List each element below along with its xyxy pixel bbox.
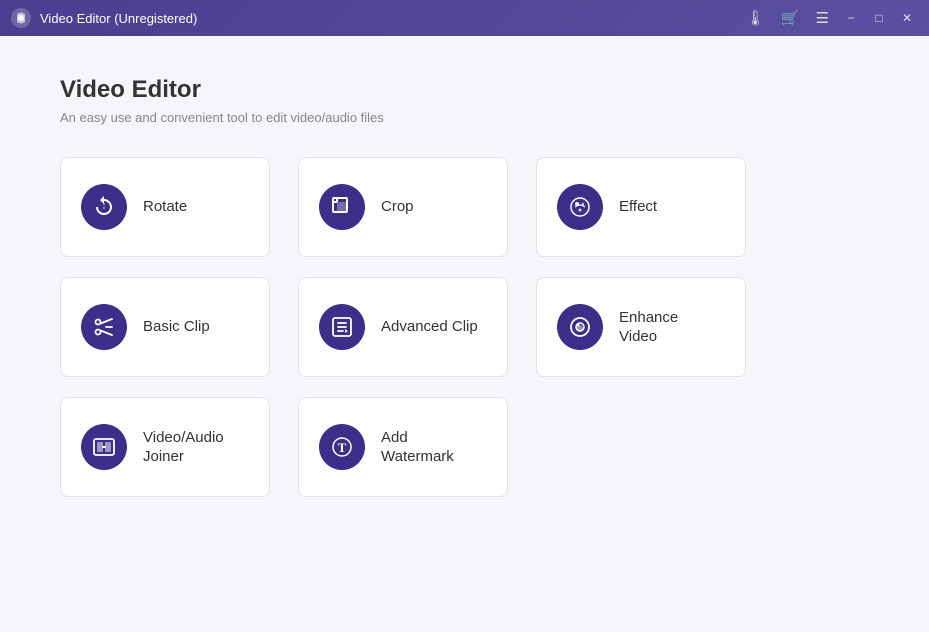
enhance-video-label: EnhanceVideo <box>619 308 678 347</box>
video-audio-joiner-label: Video/AudioJoiner <box>143 428 224 467</box>
crop-icon <box>330 195 354 219</box>
rotate-icon-wrap <box>81 184 127 230</box>
crop-label: Crop <box>381 197 414 217</box>
advanced-clip-icon <box>330 315 354 339</box>
watermark-icon-wrap: T <box>319 424 365 470</box>
effect-icon-wrap <box>557 184 603 230</box>
crop-icon-wrap <box>319 184 365 230</box>
page-subtitle: An easy use and convenient tool to edit … <box>60 110 869 125</box>
basic-clip-card[interactable]: Basic Clip <box>60 277 270 377</box>
close-button[interactable]: ✕ <box>895 6 919 30</box>
advanced-clip-label: Advanced Clip <box>381 317 478 337</box>
minimize-button[interactable]: − <box>839 6 863 30</box>
app-logo-icon <box>10 7 32 29</box>
rotate-icon <box>92 195 116 219</box>
titlebar: Video Editor (Unregistered) 🌡 🛒 ☰ − □ ✕ <box>0 0 929 36</box>
effect-icon <box>568 195 592 219</box>
crop-card[interactable]: Crop <box>298 157 508 257</box>
svg-text:T: T <box>338 440 347 455</box>
advanced-clip-icon-wrap <box>319 304 365 350</box>
titlebar-title: Video Editor (Unregistered) <box>40 11 740 26</box>
effect-label: Effect <box>619 197 657 217</box>
window-controls: 🌡 🛒 ☰ − □ ✕ <box>740 6 919 30</box>
rotate-card[interactable]: Rotate <box>60 157 270 257</box>
video-audio-joiner-card[interactable]: Video/AudioJoiner <box>60 397 270 497</box>
main-content: Video Editor An easy use and convenient … <box>0 36 929 632</box>
enhance-icon-wrap <box>557 304 603 350</box>
cart-icon[interactable]: 🛒 <box>775 7 806 29</box>
maximize-button[interactable]: □ <box>867 6 891 30</box>
effect-card[interactable]: Effect <box>536 157 746 257</box>
feature-grid: Rotate Crop <box>60 157 869 497</box>
joiner-icon-wrap <box>81 424 127 470</box>
basic-clip-label: Basic Clip <box>143 317 210 337</box>
advanced-clip-card[interactable]: Advanced Clip <box>298 277 508 377</box>
menu-icon[interactable]: ☰ <box>810 7 835 29</box>
add-watermark-label: AddWatermark <box>381 428 454 467</box>
joiner-icon <box>92 435 116 459</box>
rotate-label: Rotate <box>143 197 187 217</box>
enhance-video-card[interactable]: EnhanceVideo <box>536 277 746 377</box>
scissors-icon-wrap <box>81 304 127 350</box>
scissors-icon <box>92 315 116 339</box>
page-title: Video Editor <box>60 76 869 104</box>
watermark-icon: T <box>330 435 354 459</box>
add-watermark-card[interactable]: T AddWatermark <box>298 397 508 497</box>
enhance-icon <box>568 315 592 339</box>
thermometer-icon[interactable]: 🌡 <box>740 7 771 29</box>
